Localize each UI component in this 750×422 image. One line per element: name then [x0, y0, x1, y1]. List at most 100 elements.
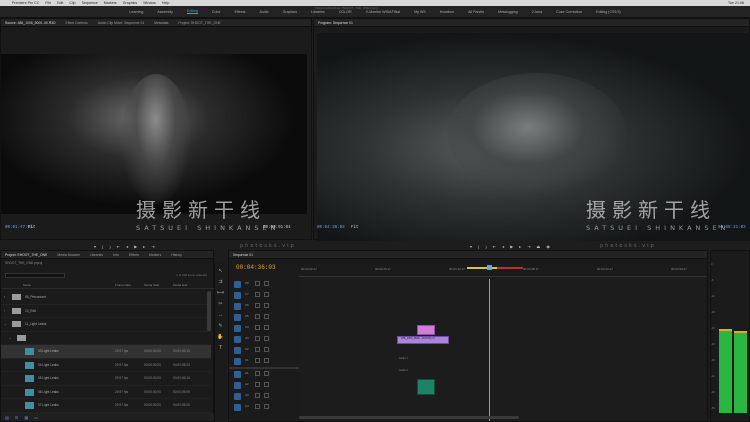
- program-lift-icon[interactable]: ⏏: [537, 244, 541, 249]
- track-target-v1[interactable]: [234, 358, 241, 365]
- playhead[interactable]: [489, 279, 490, 421]
- lock-icon[interactable]: [255, 325, 260, 330]
- mark-in-button[interactable]: {: [102, 244, 103, 249]
- program-step-forward-icon[interactable]: ▸: [519, 244, 521, 249]
- list-item[interactable]: 04 Light Leaks 29.97 fps 00;00;00;00 00;…: [1, 359, 211, 372]
- new-bin-icon[interactable]: ▭: [34, 415, 38, 420]
- timeline-clip-v2[interactable]: [417, 325, 435, 335]
- workspace-tab-effects[interactable]: Effects: [235, 10, 246, 14]
- tab-effects[interactable]: Effects: [129, 253, 139, 257]
- menu-markers[interactable]: Markers: [104, 1, 117, 5]
- track-target-a1[interactable]: [234, 371, 241, 378]
- program-mark-out-button[interactable]: }: [485, 244, 486, 249]
- workspace-tab-assembly[interactable]: Assembly: [157, 10, 173, 14]
- program-go-to-out-icon[interactable]: ⇥: [527, 244, 530, 249]
- track-target-v8[interactable]: [234, 281, 241, 288]
- workspace-tab-allpanels[interactable]: All Panels: [468, 10, 484, 14]
- eye-icon[interactable]: [264, 314, 269, 319]
- play-icon[interactable]: ▶: [134, 244, 137, 249]
- workspace-tab-editing[interactable]: Editing: [186, 9, 198, 14]
- tab-sequence[interactable]: Sequence 01: [233, 253, 253, 257]
- step-forward-icon[interactable]: ▸: [143, 244, 145, 249]
- menu-clip[interactable]: Clip: [69, 1, 75, 5]
- razor-tool-icon[interactable]: ✂: [218, 301, 222, 307]
- tab-program[interactable]: Program: Sequence 01: [318, 21, 353, 25]
- list-item[interactable]: 07 Light Leaks 29.97 fps 00;00;00;00 00;…: [1, 399, 211, 413]
- project-scrollbar[interactable]: [207, 291, 211, 331]
- eye-icon[interactable]: [264, 325, 269, 330]
- eye-icon[interactable]: [264, 281, 269, 286]
- chevron-right-icon[interactable]: ›: [4, 309, 5, 313]
- workspace-tab-learning[interactable]: Learning: [129, 10, 143, 14]
- tab-source[interactable]: Source: 486_1006_8000..00.R3D: [5, 21, 56, 25]
- mute-icon[interactable]: [255, 404, 260, 409]
- workspace-tab-libraries[interactable]: Libraries: [311, 10, 325, 14]
- workspace-tab-xmonitor[interactable]: X-Monitor WIDAFINal: [366, 10, 401, 14]
- type-tool-icon[interactable]: T: [219, 345, 222, 351]
- lock-icon[interactable]: [255, 336, 260, 341]
- solo-icon[interactable]: [264, 382, 269, 387]
- workspace-tab-color-custom[interactable]: COLOR: [339, 10, 352, 14]
- chevron-right-icon[interactable]: ›: [4, 295, 5, 299]
- solo-icon[interactable]: [264, 371, 269, 376]
- tab-libraries[interactable]: Libraries: [90, 253, 103, 257]
- app-menu[interactable]: Premiere Pro CC: [12, 1, 39, 5]
- track-target-a4[interactable]: [234, 404, 241, 411]
- timeline-scrollbar[interactable]: [299, 416, 519, 419]
- mute-icon[interactable]: [255, 371, 260, 376]
- workspace-tab-colorcorrection[interactable]: Color Correction: [556, 10, 582, 14]
- track-target-a2[interactable]: [234, 382, 241, 389]
- mark-out-button[interactable]: }: [109, 244, 110, 249]
- workspace-tab-hoodlum[interactable]: Hoodlum: [440, 10, 454, 14]
- solo-icon[interactable]: [264, 393, 269, 398]
- track-target-v3[interactable]: [234, 336, 241, 343]
- tab-project-source[interactable]: Project: SHOOT_THE_ONE: [178, 21, 220, 25]
- chevron-down-icon[interactable]: ⌄: [9, 336, 12, 340]
- menu-file[interactable]: File: [45, 1, 51, 5]
- menu-graphics[interactable]: Graphics: [123, 1, 137, 5]
- slip-tool-icon[interactable]: ↔: [218, 312, 223, 318]
- eye-icon[interactable]: [264, 292, 269, 297]
- tab-effect-controls[interactable]: Effect Controls: [66, 21, 88, 25]
- eye-icon[interactable]: [264, 358, 269, 363]
- project-search-input[interactable]: [5, 273, 65, 278]
- workspace-tab-editingcs55[interactable]: Editing (CS5.5): [596, 10, 620, 14]
- menu-edit[interactable]: Edit: [57, 1, 63, 5]
- timeline-tracks[interactable]: 486_1006_8000...00.R3D [V] Audio 1 Audio…: [299, 265, 707, 421]
- program-export-frame-icon[interactable]: ◉: [546, 244, 550, 249]
- col-frame-rate[interactable]: Frame Rate: [115, 283, 131, 287]
- workspace-tab-color[interactable]: Color: [212, 10, 221, 14]
- time-ruler[interactable]: 00:04:20:17 00:04:26:17 00:04:32:17 00:0…: [299, 265, 707, 277]
- eye-icon[interactable]: [264, 336, 269, 341]
- track-target-v6[interactable]: [234, 303, 241, 310]
- program-step-back-icon[interactable]: ◂: [502, 244, 504, 249]
- timeline-timecode[interactable]: 00:04:36:03: [236, 264, 276, 271]
- tab-info[interactable]: Info: [113, 253, 119, 257]
- lock-icon[interactable]: [255, 358, 260, 363]
- program-mark-in-icon[interactable]: ▾: [470, 244, 472, 249]
- timeline-clip-v1[interactable]: 486_1006_8000...00.R3D [V]: [397, 336, 449, 344]
- tab-media-browser[interactable]: Media Browser: [57, 253, 80, 257]
- col-media-end[interactable]: Media End: [173, 283, 187, 287]
- track-target-v5[interactable]: [234, 314, 241, 321]
- lock-icon[interactable]: [255, 347, 260, 352]
- chevron-down-icon[interactable]: ⌄: [4, 322, 7, 326]
- list-view-icon[interactable]: ☰: [15, 415, 19, 420]
- icon-view-icon[interactable]: ▦: [24, 415, 28, 420]
- list-item[interactable]: 03 Light Leaks 29.97 fps 00;00;00;00 00;…: [1, 345, 211, 359]
- program-play-icon[interactable]: ▶: [510, 244, 513, 249]
- lock-icon[interactable]: [255, 281, 260, 286]
- timeline-audio-clip[interactable]: [417, 379, 435, 395]
- track-target-v2[interactable]: [234, 347, 241, 354]
- program-timecode[interactable]: 00:04:36:03: [317, 226, 345, 230]
- col-media-start[interactable]: Media Start: [144, 283, 159, 287]
- track-select-icon[interactable]: ⇉: [218, 279, 222, 285]
- col-name[interactable]: Name: [23, 283, 31, 287]
- mute-icon[interactable]: [255, 382, 260, 387]
- menu-help[interactable]: Help: [162, 1, 169, 5]
- workspace-tab-graphics[interactable]: Graphics: [283, 10, 297, 14]
- menu-sequence[interactable]: Sequence: [82, 1, 98, 5]
- list-item[interactable]: ⌄: [1, 332, 211, 345]
- program-go-to-in-icon[interactable]: ⇤: [493, 244, 496, 249]
- ripple-edit-icon[interactable]: ⟷: [217, 290, 224, 296]
